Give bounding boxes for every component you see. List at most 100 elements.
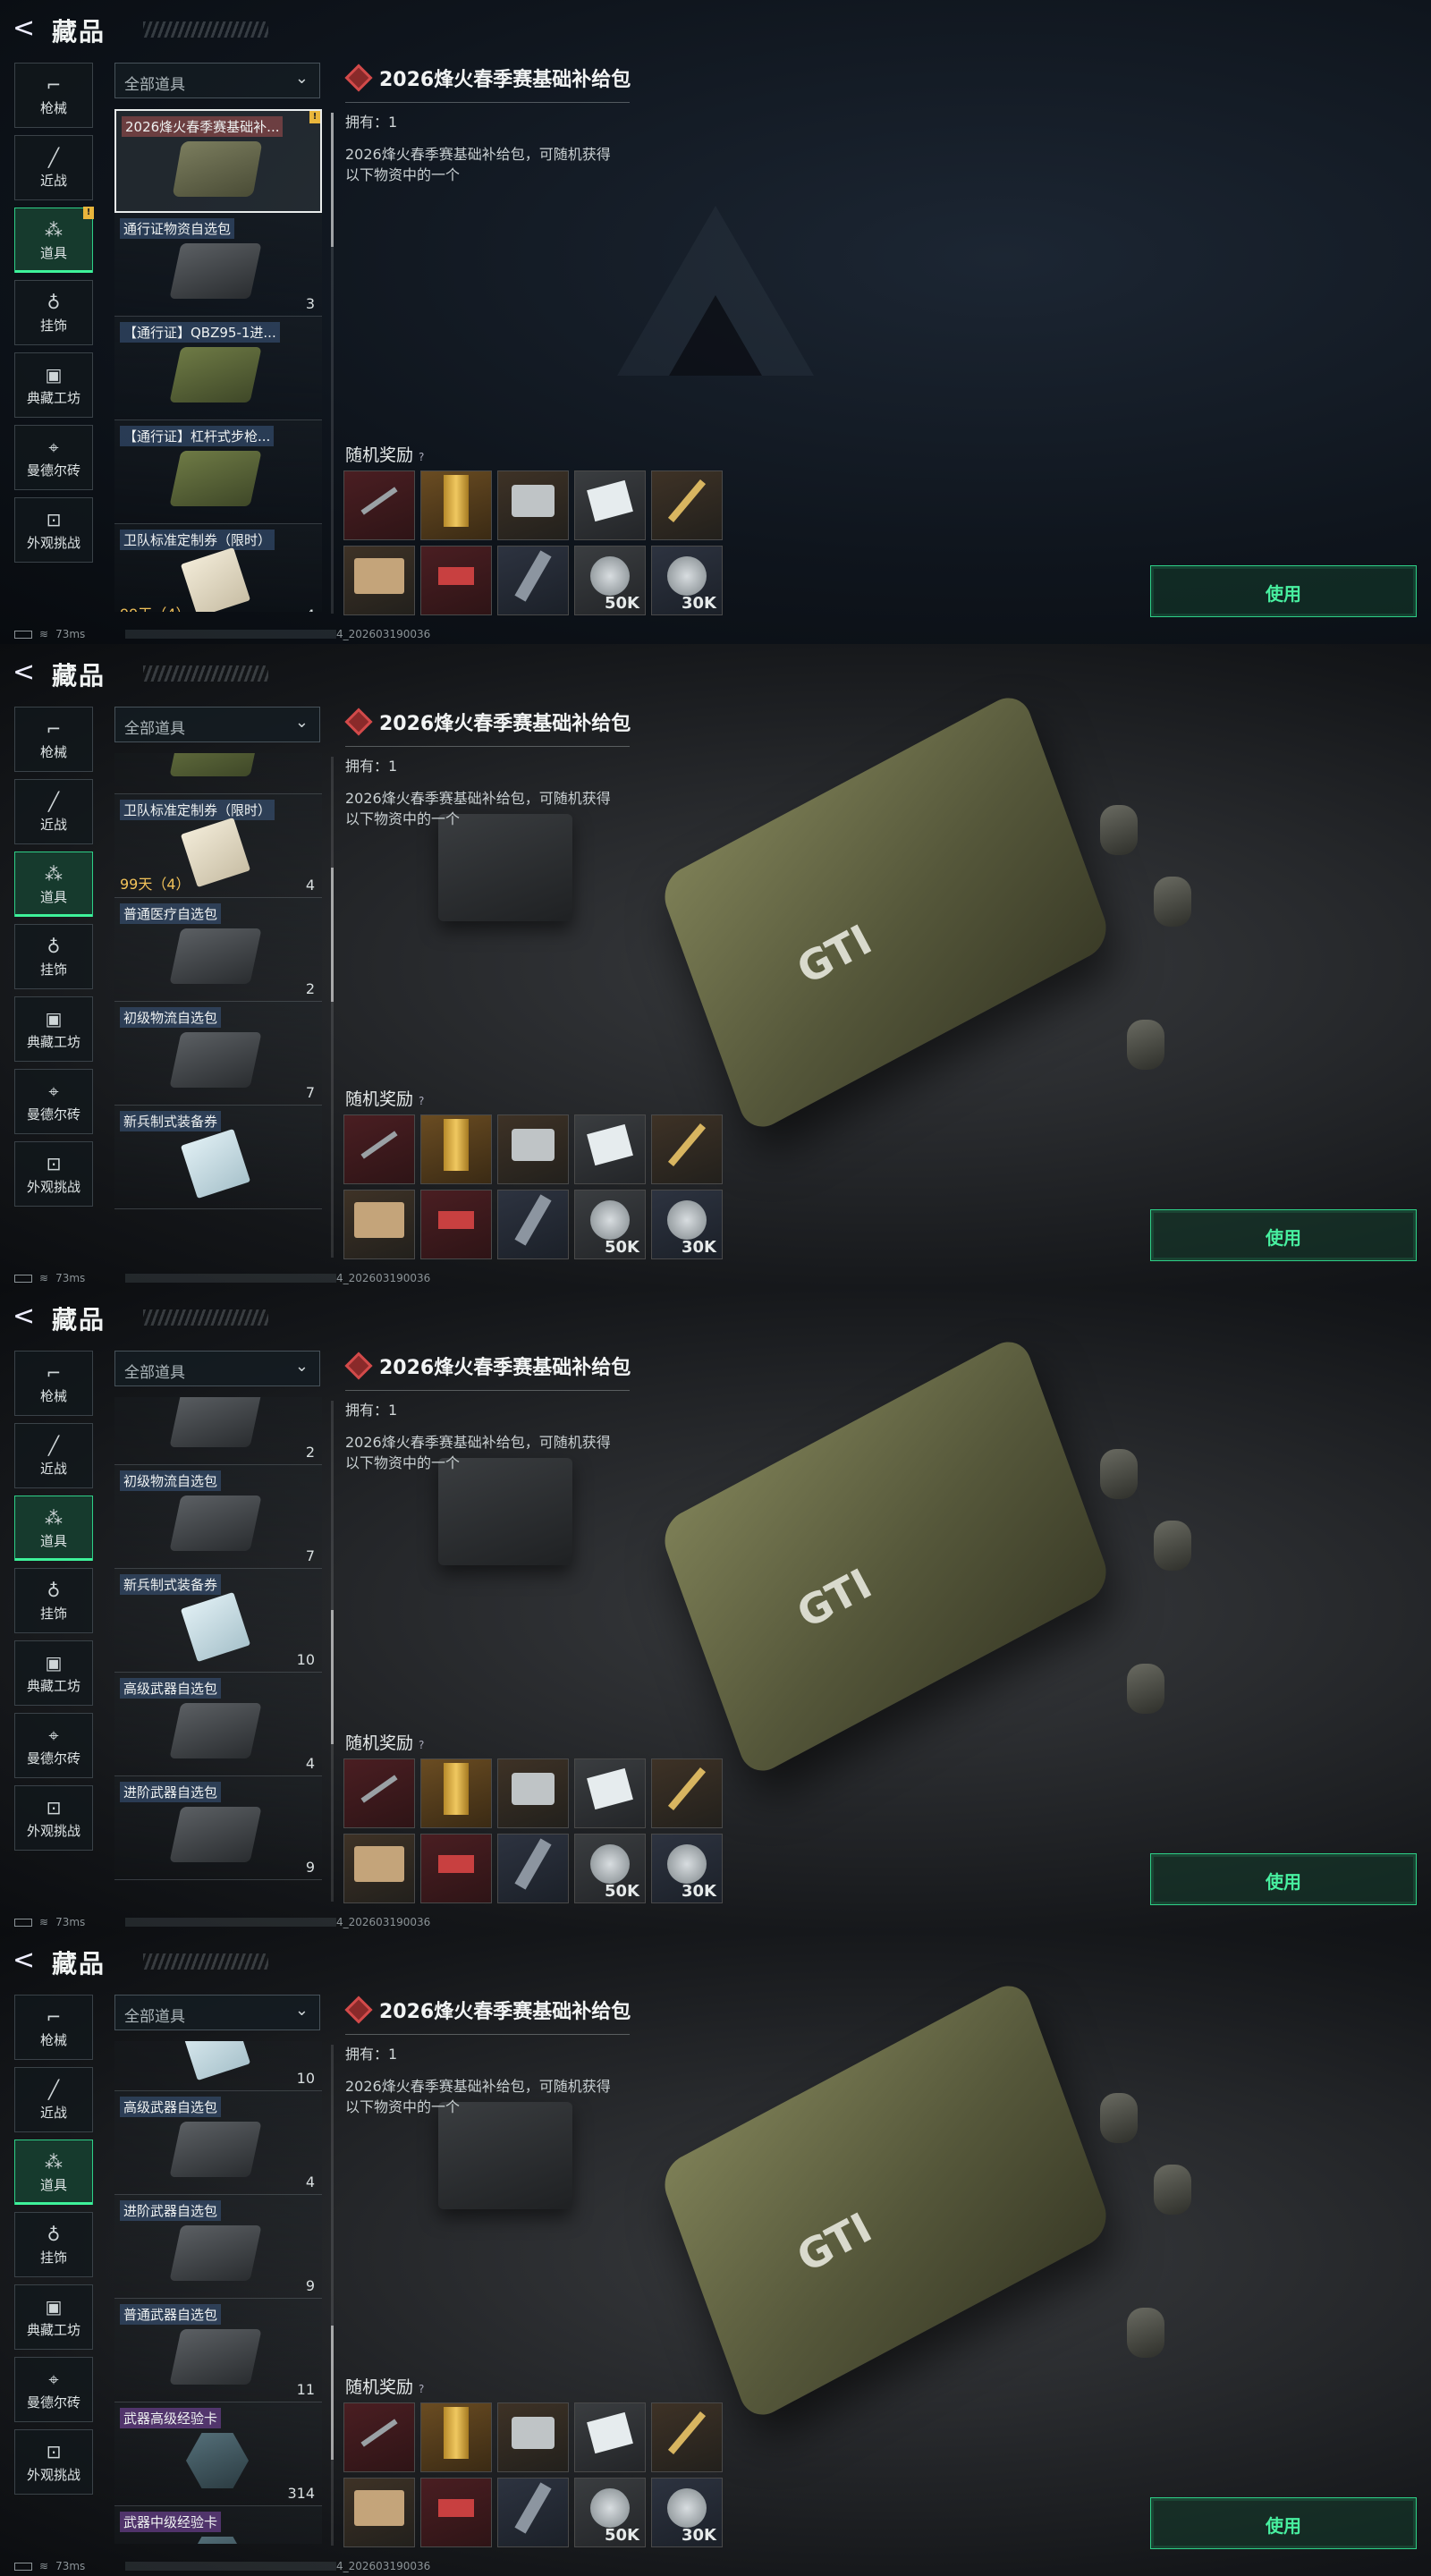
reward-slot[interactable]: 50K <box>574 1190 646 1259</box>
reward-slot[interactable] <box>420 1834 492 1903</box>
reward-slot[interactable] <box>497 1114 569 1184</box>
category-challenge[interactable]: ⊡ 外观挑战 <box>14 2429 93 2495</box>
scrollbar-thumb[interactable] <box>331 113 334 247</box>
category-gun[interactable]: ⌐ 枪械 <box>14 1995 93 2060</box>
help-icon[interactable]: ? <box>419 451 424 463</box>
help-icon[interactable]: ? <box>419 1095 424 1107</box>
use-button[interactable]: 使用 <box>1150 565 1417 617</box>
reward-slot[interactable] <box>497 546 569 615</box>
reward-slot[interactable] <box>497 1834 569 1903</box>
reward-slot[interactable] <box>420 546 492 615</box>
reward-slot[interactable] <box>497 1758 569 1828</box>
reward-slot[interactable] <box>343 2478 415 2547</box>
list-item[interactable]: 新兵制式装备券 <box>114 1106 322 1209</box>
reward-slot[interactable]: 30K <box>651 2478 723 2547</box>
reward-slot[interactable] <box>343 546 415 615</box>
category-items[interactable]: ⁂ 道具 <box>14 852 93 917</box>
scrollbar-thumb[interactable] <box>331 1610 334 1744</box>
reward-slot[interactable] <box>651 470 723 540</box>
list-item[interactable]: 武器中级经验卡 <box>114 2506 322 2544</box>
list-item[interactable]: 2 <box>114 1397 322 1465</box>
use-button[interactable]: 使用 <box>1150 1853 1417 1905</box>
category-gun[interactable]: ⌐ 枪械 <box>14 1351 93 1416</box>
reward-slot[interactable] <box>343 470 415 540</box>
category-items[interactable]: ⁂ 道具! <box>14 207 94 273</box>
list-item[interactable]: 卫队标准定制券（限时） 99天（4） 4 <box>114 524 322 612</box>
scrollbar-track[interactable] <box>331 757 334 1258</box>
list-item[interactable]: 进阶武器自选包 9 <box>114 2195 322 2299</box>
item-list[interactable]: 2 初级物流自选包 7 新兵制式装备券 10 高级武器自选包 4 进阶武器自选包 9 <box>114 1397 322 1900</box>
list-item[interactable]: 武器高级经验卡 314 <box>114 2402 322 2506</box>
item-list[interactable]: 2026烽火春季赛基础补...! 通行证物资自选包 3 【通行证】QBZ95-1进..… <box>114 109 322 612</box>
help-icon[interactable]: ? <box>419 1739 424 1751</box>
reward-slot[interactable] <box>420 2402 492 2472</box>
list-item[interactable]: 初级物流自选包 7 <box>114 1465 322 1569</box>
list-item[interactable]: 高级武器自选包 4 <box>114 2091 322 2195</box>
category-charm[interactable]: ♁ 挂饰 <box>14 280 93 345</box>
reward-slot[interactable] <box>574 1114 646 1184</box>
reward-slot[interactable] <box>574 2402 646 2472</box>
category-workshop[interactable]: ▣ 典藏工坊 <box>14 996 93 1062</box>
item-list[interactable]: 10 高级武器自选包 4 进阶武器自选包 9 普通武器自选包 11 武器高级经验卡 314 武器中… <box>114 2041 322 2544</box>
reward-slot[interactable] <box>343 2402 415 2472</box>
reward-slot[interactable] <box>343 1190 415 1259</box>
category-brick[interactable]: ⌖ 曼德尔砖 <box>14 425 93 490</box>
category-challenge[interactable]: ⊡ 外观挑战 <box>14 497 93 563</box>
reward-slot[interactable]: 50K <box>574 546 646 615</box>
category-charm[interactable]: ♁ 挂饰 <box>14 2212 93 2277</box>
use-button[interactable]: 使用 <box>1150 1209 1417 1261</box>
category-brick[interactable]: ⌖ 曼德尔砖 <box>14 1069 93 1134</box>
list-item[interactable]: 初级物流自选包 7 <box>114 1002 322 1106</box>
item-list[interactable]: 【通行证】杠杆式步枪... 卫队标准定制券（限时） 99天（4） 4 普通医疗自选包 2 初… <box>114 753 322 1256</box>
reward-slot[interactable] <box>574 470 646 540</box>
reward-slot[interactable] <box>420 470 492 540</box>
reward-slot[interactable] <box>420 1190 492 1259</box>
reward-slot[interactable] <box>497 2402 569 2472</box>
reward-slot[interactable]: 30K <box>651 546 723 615</box>
list-item[interactable]: 普通医疗自选包 2 <box>114 898 322 1002</box>
category-brick[interactable]: ⌖ 曼德尔砖 <box>14 1713 93 1778</box>
category-gun[interactable]: ⌐ 枪械 <box>14 63 93 128</box>
reward-slot[interactable] <box>497 470 569 540</box>
category-charm[interactable]: ♁ 挂饰 <box>14 924 93 989</box>
list-item[interactable]: 新兵制式装备券 10 <box>114 1569 322 1673</box>
back-button[interactable]: < <box>13 1301 39 1332</box>
category-knife[interactable]: ╱ 近战 <box>14 135 93 200</box>
list-item[interactable]: 高级武器自选包 4 <box>114 1673 322 1776</box>
category-knife[interactable]: ╱ 近战 <box>14 2067 93 2132</box>
item-filter-dropdown[interactable]: 全部道具 ⌄ <box>114 1351 320 1386</box>
reward-slot[interactable] <box>651 1114 723 1184</box>
category-challenge[interactable]: ⊡ 外观挑战 <box>14 1141 93 1207</box>
back-button[interactable]: < <box>13 657 39 688</box>
list-item[interactable]: 【通行证】杠杆式步枪... <box>114 420 322 524</box>
reward-slot[interactable] <box>420 2478 492 2547</box>
list-item[interactable]: 卫队标准定制券（限时） 99天（4） 4 <box>114 794 322 898</box>
back-button[interactable]: < <box>13 13 39 44</box>
reward-slot[interactable] <box>420 1758 492 1828</box>
list-item[interactable]: 2026烽火春季赛基础补...! <box>114 109 322 213</box>
category-knife[interactable]: ╱ 近战 <box>14 1423 93 1488</box>
item-filter-dropdown[interactable]: 全部道具 ⌄ <box>114 707 320 742</box>
category-knife[interactable]: ╱ 近战 <box>14 779 93 844</box>
reward-slot[interactable]: 50K <box>574 1834 646 1903</box>
list-item[interactable]: 10 <box>114 2041 322 2091</box>
scrollbar-track[interactable] <box>331 2045 334 2546</box>
reward-slot[interactable]: 30K <box>651 1190 723 1259</box>
reward-slot[interactable] <box>651 1758 723 1828</box>
reward-slot[interactable] <box>651 2402 723 2472</box>
reward-slot[interactable]: 30K <box>651 1834 723 1903</box>
category-items[interactable]: ⁂ 道具 <box>14 2140 93 2205</box>
category-gun[interactable]: ⌐ 枪械 <box>14 707 93 772</box>
scrollbar-thumb[interactable] <box>331 868 334 1002</box>
category-items[interactable]: ⁂ 道具 <box>14 1496 93 1561</box>
reward-slot[interactable]: 50K <box>574 2478 646 2547</box>
list-item[interactable]: 进阶武器自选包 9 <box>114 1776 322 1880</box>
list-item[interactable]: 【通行证】杠杆式步枪... <box>114 753 322 794</box>
reward-slot[interactable] <box>497 1190 569 1259</box>
category-workshop[interactable]: ▣ 典藏工坊 <box>14 2284 93 2350</box>
category-brick[interactable]: ⌖ 曼德尔砖 <box>14 2357 93 2422</box>
list-item[interactable]: 通行证物资自选包 3 <box>114 213 322 317</box>
category-workshop[interactable]: ▣ 典藏工坊 <box>14 352 93 418</box>
reward-slot[interactable] <box>343 1758 415 1828</box>
reward-slot[interactable] <box>497 2478 569 2547</box>
